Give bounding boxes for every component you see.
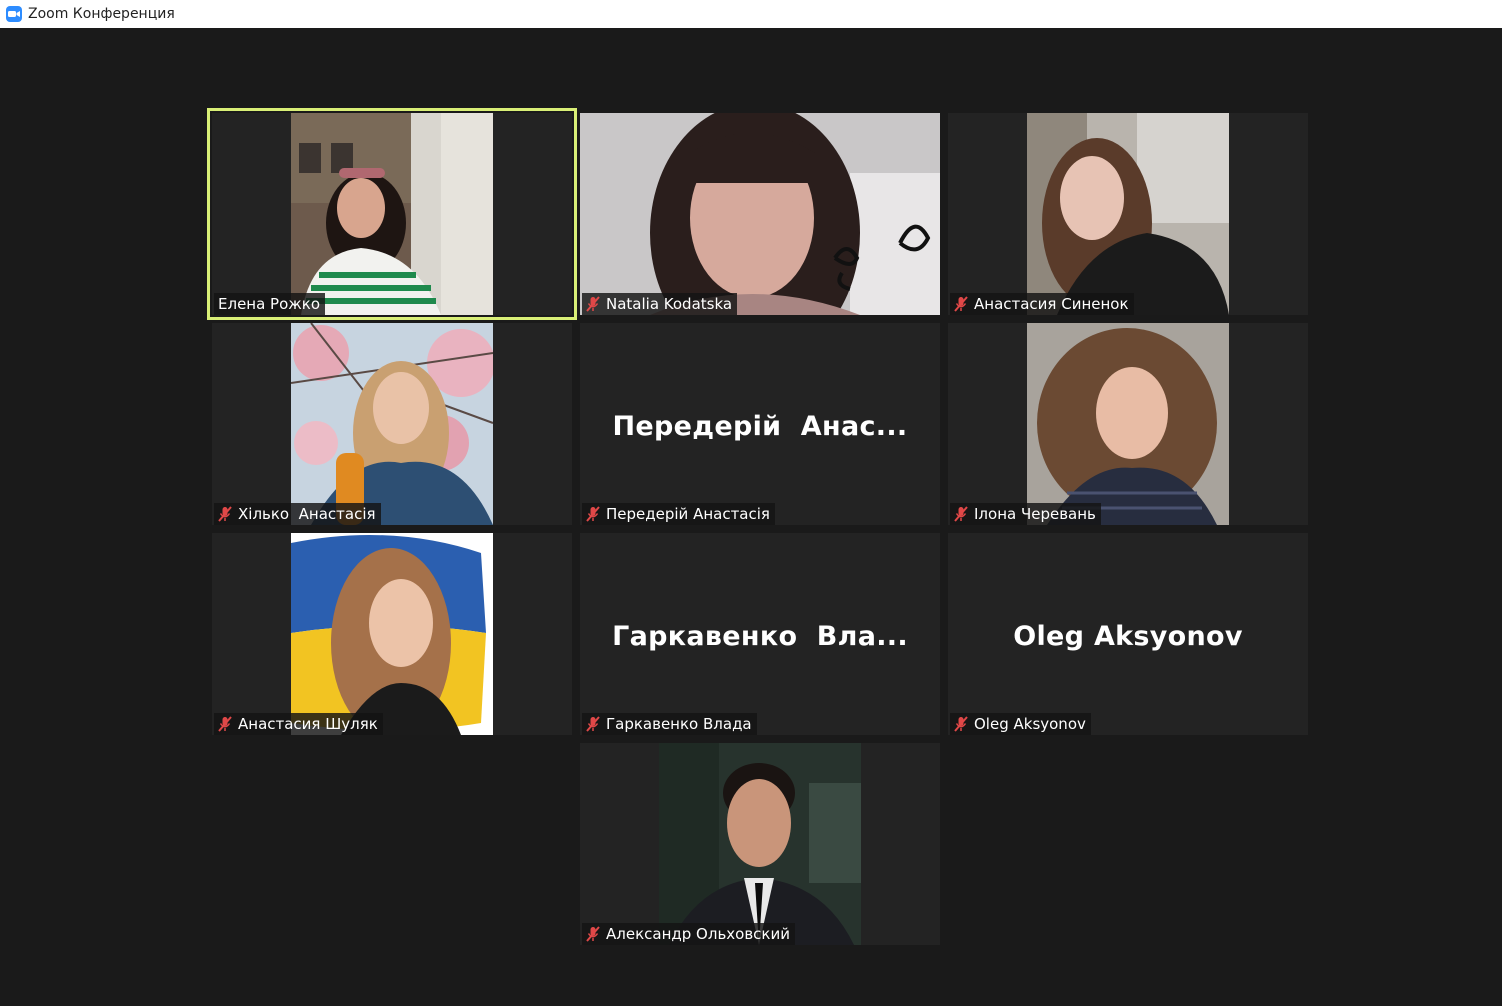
participant-tile-olkhovsky[interactable]: Александр Ольховский — [580, 743, 940, 945]
participant-name: Natalia Kodatska — [606, 295, 733, 313]
zoom-camera-icon — [6, 6, 22, 22]
participant-name-label: Анастасия Синенок — [950, 293, 1134, 315]
participant-video — [1027, 323, 1229, 525]
participant-tile-ilona[interactable]: Ілона Черевань — [948, 323, 1308, 525]
participant-name: Передерій Анастасія — [606, 505, 770, 523]
participant-video — [1027, 113, 1229, 315]
participant-tile-harkavenko[interactable]: Гаркавенко Вла... Гаркавенко Влада — [580, 533, 940, 735]
participant-name: Хілько Анастасія — [238, 505, 376, 523]
participant-video — [291, 113, 493, 315]
mic-muted-icon — [954, 716, 968, 732]
mic-muted-icon — [218, 716, 232, 732]
participant-name-label: Александр Ольховский — [582, 923, 795, 945]
participant-name: Ілона Черевань — [974, 505, 1096, 523]
participant-tile-anastasia-sinenok[interactable]: Анастасия Синенок — [948, 113, 1308, 315]
participant-name: Елена Рожко — [218, 295, 321, 313]
mic-muted-icon — [586, 506, 600, 522]
participant-display-name: Oleg Aksyonov — [1013, 621, 1243, 652]
participant-name: Oleg Aksyonov — [974, 715, 1086, 733]
window-titlebar: Zoom Конференция — [0, 0, 1502, 28]
participant-name-label: Елена Рожко — [214, 293, 326, 315]
participant-name-label: Гаркавенко Влада — [582, 713, 757, 735]
participant-name-label: Natalia Kodatska — [582, 293, 738, 315]
participant-display-name: Передерій Анас... — [612, 411, 908, 442]
participant-name-label: Oleg Aksyonov — [950, 713, 1091, 735]
window-title: Zoom Конференция — [28, 6, 175, 22]
participant-name-label: Ілона Черевань — [950, 503, 1101, 525]
participant-display-name: Гаркавенко Вла... — [612, 621, 908, 652]
participant-tile-shuliak[interactable]: Анастасия Шуляк — [212, 533, 572, 735]
participant-name: Гаркавенко Влада — [606, 715, 752, 733]
participant-tile-oleg[interactable]: Oleg Aksyonov Oleg Aksyonov — [948, 533, 1308, 735]
participant-name-label: Передерій Анастасія — [582, 503, 775, 525]
participant-video — [659, 743, 861, 945]
participant-video — [291, 323, 493, 525]
mic-muted-icon — [586, 716, 600, 732]
participant-name: Анастасия Шуляк — [238, 715, 378, 733]
participant-name-label: Хілько Анастасія — [214, 503, 381, 525]
participant-tile-perederii[interactable]: Передерій Анас... Передерій Анастасія — [580, 323, 940, 525]
participant-name-label: Анастасия Шуляк — [214, 713, 383, 735]
participant-tile-natalia[interactable]: Natalia Kodatska — [580, 113, 940, 315]
participant-name: Анастасия Синенок — [974, 295, 1129, 313]
mic-muted-icon — [586, 926, 600, 942]
participant-video — [580, 113, 940, 315]
mic-muted-icon — [954, 296, 968, 312]
participant-tile-elena[interactable]: Елена Рожко — [207, 108, 577, 320]
mic-muted-icon — [954, 506, 968, 522]
participant-tile-khilko[interactable]: Хілько Анастасія — [212, 323, 572, 525]
participant-name: Александр Ольховский — [606, 925, 790, 943]
participant-video — [291, 533, 493, 735]
gallery-view: Елена Рожко Natalia Kodatska Анастасия С… — [0, 28, 1502, 1006]
mic-muted-icon — [586, 296, 600, 312]
mic-muted-icon — [218, 506, 232, 522]
